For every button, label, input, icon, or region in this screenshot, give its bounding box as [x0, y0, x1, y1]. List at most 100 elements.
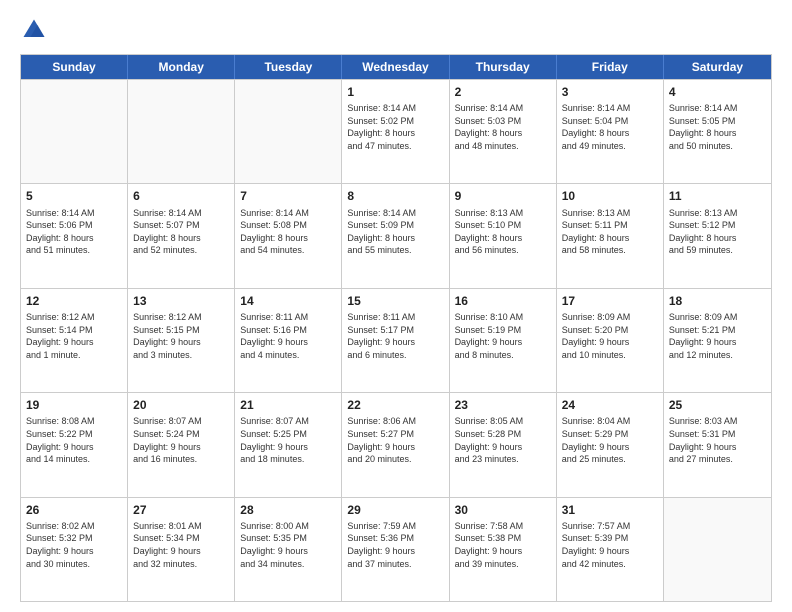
cell-info: Daylight: 9 hours [240, 441, 336, 454]
cell-info: Daylight: 9 hours [133, 441, 229, 454]
cal-cell: 3Sunrise: 8:14 AMSunset: 5:04 PMDaylight… [557, 80, 664, 183]
cell-info: Daylight: 9 hours [562, 336, 658, 349]
cell-info: Sunrise: 8:14 AM [133, 207, 229, 220]
cell-info: Sunrise: 8:14 AM [26, 207, 122, 220]
cal-cell: 22Sunrise: 8:06 AMSunset: 5:27 PMDayligh… [342, 393, 449, 496]
cell-info: Daylight: 8 hours [669, 232, 766, 245]
cell-info: Sunrise: 8:07 AM [133, 415, 229, 428]
week-row-5: 26Sunrise: 8:02 AMSunset: 5:32 PMDayligh… [21, 497, 771, 601]
cell-info: and 49 minutes. [562, 140, 658, 153]
cell-info: Sunset: 5:07 PM [133, 219, 229, 232]
cell-info: Sunset: 5:38 PM [455, 532, 551, 545]
cell-info: Daylight: 8 hours [562, 127, 658, 140]
cell-info: and 52 minutes. [133, 244, 229, 257]
header-day-thursday: Thursday [450, 55, 557, 79]
day-number: 24 [562, 397, 658, 413]
cal-cell: 24Sunrise: 8:04 AMSunset: 5:29 PMDayligh… [557, 393, 664, 496]
cell-info: Sunrise: 8:12 AM [133, 311, 229, 324]
day-number: 10 [562, 188, 658, 204]
cell-info: Daylight: 8 hours [669, 127, 766, 140]
cell-info: Daylight: 8 hours [240, 232, 336, 245]
day-number: 7 [240, 188, 336, 204]
cal-cell: 2Sunrise: 8:14 AMSunset: 5:03 PMDaylight… [450, 80, 557, 183]
cell-info: Daylight: 9 hours [347, 545, 443, 558]
cal-cell: 31Sunrise: 7:57 AMSunset: 5:39 PMDayligh… [557, 498, 664, 601]
cell-info: and 30 minutes. [26, 558, 122, 571]
cell-info: and 59 minutes. [669, 244, 766, 257]
cal-cell: 29Sunrise: 7:59 AMSunset: 5:36 PMDayligh… [342, 498, 449, 601]
cal-cell: 20Sunrise: 8:07 AMSunset: 5:24 PMDayligh… [128, 393, 235, 496]
cell-info: Sunrise: 7:57 AM [562, 520, 658, 533]
cell-info: and 58 minutes. [562, 244, 658, 257]
day-number: 27 [133, 502, 229, 518]
cell-info: and 56 minutes. [455, 244, 551, 257]
cell-info: Daylight: 8 hours [562, 232, 658, 245]
cell-info: Sunrise: 8:06 AM [347, 415, 443, 428]
day-number: 20 [133, 397, 229, 413]
cal-cell: 16Sunrise: 8:10 AMSunset: 5:19 PMDayligh… [450, 289, 557, 392]
cell-info: Daylight: 9 hours [562, 441, 658, 454]
logo [20, 16, 52, 44]
cell-info: and 1 minute. [26, 349, 122, 362]
week-row-4: 19Sunrise: 8:08 AMSunset: 5:22 PMDayligh… [21, 392, 771, 496]
cal-cell: 28Sunrise: 8:00 AMSunset: 5:35 PMDayligh… [235, 498, 342, 601]
cal-cell: 19Sunrise: 8:08 AMSunset: 5:22 PMDayligh… [21, 393, 128, 496]
cal-cell: 15Sunrise: 8:11 AMSunset: 5:17 PMDayligh… [342, 289, 449, 392]
cell-info: and 18 minutes. [240, 453, 336, 466]
cell-info: and 10 minutes. [562, 349, 658, 362]
cell-info: Daylight: 8 hours [455, 127, 551, 140]
day-number: 19 [26, 397, 122, 413]
cell-info: and 55 minutes. [347, 244, 443, 257]
cal-cell: 5Sunrise: 8:14 AMSunset: 5:06 PMDaylight… [21, 184, 128, 287]
cell-info: and 47 minutes. [347, 140, 443, 153]
cell-info: Sunrise: 8:04 AM [562, 415, 658, 428]
cell-info: Sunrise: 8:14 AM [669, 102, 766, 115]
cell-info: Daylight: 9 hours [669, 441, 766, 454]
day-number: 8 [347, 188, 443, 204]
day-number: 25 [669, 397, 766, 413]
cell-info: Sunset: 5:20 PM [562, 324, 658, 337]
cell-info: and 48 minutes. [455, 140, 551, 153]
cell-info: Sunrise: 8:08 AM [26, 415, 122, 428]
logo-icon [20, 16, 48, 44]
cell-info: Sunrise: 8:13 AM [562, 207, 658, 220]
cell-info: Daylight: 8 hours [347, 127, 443, 140]
cell-info: Sunset: 5:32 PM [26, 532, 122, 545]
header-day-tuesday: Tuesday [235, 55, 342, 79]
cell-info: Sunset: 5:28 PM [455, 428, 551, 441]
cal-cell: 18Sunrise: 8:09 AMSunset: 5:21 PMDayligh… [664, 289, 771, 392]
cell-info: Daylight: 9 hours [133, 336, 229, 349]
day-number: 30 [455, 502, 551, 518]
cell-info: Sunset: 5:35 PM [240, 532, 336, 545]
cell-info: and 14 minutes. [26, 453, 122, 466]
day-number: 2 [455, 84, 551, 100]
cell-info: and 27 minutes. [669, 453, 766, 466]
cell-info: Daylight: 9 hours [669, 336, 766, 349]
cell-info: Sunrise: 8:11 AM [240, 311, 336, 324]
cal-cell [664, 498, 771, 601]
cell-info: Daylight: 8 hours [133, 232, 229, 245]
day-number: 15 [347, 293, 443, 309]
cell-info: and 34 minutes. [240, 558, 336, 571]
day-number: 14 [240, 293, 336, 309]
cal-cell: 14Sunrise: 8:11 AMSunset: 5:16 PMDayligh… [235, 289, 342, 392]
cal-cell: 10Sunrise: 8:13 AMSunset: 5:11 PMDayligh… [557, 184, 664, 287]
cell-info: Sunset: 5:16 PM [240, 324, 336, 337]
cal-cell: 17Sunrise: 8:09 AMSunset: 5:20 PMDayligh… [557, 289, 664, 392]
cell-info: and 16 minutes. [133, 453, 229, 466]
cal-cell: 27Sunrise: 8:01 AMSunset: 5:34 PMDayligh… [128, 498, 235, 601]
cal-cell [235, 80, 342, 183]
cal-cell: 12Sunrise: 8:12 AMSunset: 5:14 PMDayligh… [21, 289, 128, 392]
week-row-3: 12Sunrise: 8:12 AMSunset: 5:14 PMDayligh… [21, 288, 771, 392]
day-number: 6 [133, 188, 229, 204]
cell-info: Sunrise: 8:05 AM [455, 415, 551, 428]
calendar-header: SundayMondayTuesdayWednesdayThursdayFrid… [21, 55, 771, 79]
cell-info: Sunrise: 8:03 AM [669, 415, 766, 428]
cell-info: Daylight: 8 hours [347, 232, 443, 245]
cell-info: Sunset: 5:25 PM [240, 428, 336, 441]
cal-cell: 23Sunrise: 8:05 AMSunset: 5:28 PMDayligh… [450, 393, 557, 496]
cell-info: Sunrise: 8:13 AM [455, 207, 551, 220]
day-number: 9 [455, 188, 551, 204]
cell-info: and 23 minutes. [455, 453, 551, 466]
cell-info: Daylight: 9 hours [133, 545, 229, 558]
